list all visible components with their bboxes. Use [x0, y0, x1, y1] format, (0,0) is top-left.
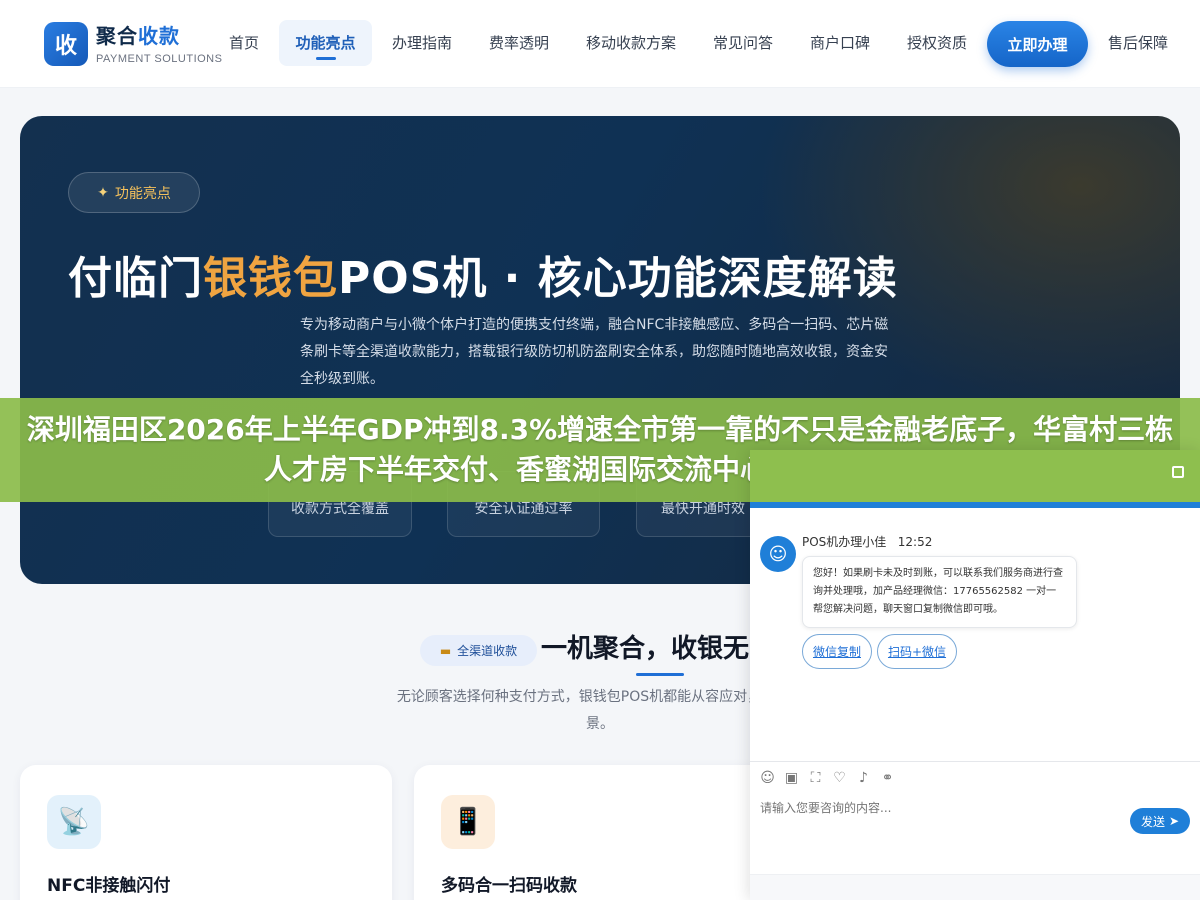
section-tag: ▬ 全渠道收款	[420, 635, 537, 666]
sound-icon[interactable]: ♪	[856, 770, 871, 786]
feature-card-title: NFC非接触闪付	[47, 876, 171, 896]
maximize-icon[interactable]	[1172, 466, 1184, 478]
brand-name: 聚合收款	[96, 20, 222, 49]
nav-features[interactable]: 功能亮点	[279, 20, 372, 66]
hero-badge: ✦ 功能亮点	[68, 172, 200, 213]
logo-icon[interactable]: 收	[44, 22, 88, 66]
chat-divider	[750, 761, 1200, 762]
emoji-icon[interactable]: ☺	[760, 770, 775, 786]
hero-description: 专为移动商户与小微个体户打造的便携支付终端，融合NFC非接触感应、多码合一扫码、…	[300, 317, 889, 387]
scan-wechat-button[interactable]: 扫码+微信	[877, 634, 957, 669]
chat-toolbar: ☺ ▣ ⛶ ♡ ♪ ⚭	[760, 770, 895, 786]
brand[interactable]: 聚合收款 PAYMENT SOLUTIONS	[96, 20, 222, 65]
hero-title: 付临门银钱包POS机 · 核心功能深度解读	[68, 242, 898, 306]
hero-badge-label: 功能亮点	[114, 185, 171, 202]
nav-qualifications[interactable]: 授权资质	[905, 20, 969, 66]
chat-input[interactable]	[760, 801, 1120, 815]
chat-footer	[750, 874, 1200, 900]
site-header: 收 聚合收款 PAYMENT SOLUTIONS 首页 功能亮点 办理指南 费率…	[0, 0, 1200, 88]
nav-guide[interactable]: 办理指南	[390, 20, 454, 66]
nav-faq[interactable]: 常见问答	[711, 20, 775, 66]
phone-icon: 📱	[441, 795, 495, 849]
sparkle-icon: ✦	[97, 184, 109, 201]
feature-card-scan[interactable]: 📱 多码合一扫码收款	[414, 765, 786, 900]
logo-char: 收	[54, 34, 77, 59]
nav-home[interactable]: 首页	[228, 20, 260, 66]
nfc-icon: 📡	[47, 795, 101, 849]
rating-icon[interactable]: ♡	[832, 770, 847, 786]
chat-widget: ☺ POS机办理小佳 12:52 您好！如果刷卡未及时到账，可以联系我们服务商进…	[750, 450, 1200, 900]
copy-wechat-button[interactable]: 微信复制	[802, 634, 872, 669]
feature-card-title: 多码合一扫码收款	[441, 876, 577, 896]
brand-main: 聚合	[96, 24, 138, 48]
brand-subtitle: PAYMENT SOLUTIONS	[96, 53, 223, 65]
feature-card-nfc[interactable]: 📡 NFC非接触闪付	[20, 765, 392, 900]
nav-reviews[interactable]: 商户口碑	[808, 20, 872, 66]
hero-title-accent: 银钱包	[203, 253, 338, 304]
apply-now-button[interactable]: 立即办理	[987, 21, 1088, 67]
card-icon: ▬	[439, 643, 452, 658]
hero-title-prefix: 付临门	[68, 253, 203, 304]
chat-agent-line: POS机办理小佳 12:52	[802, 533, 932, 550]
section-underline	[636, 673, 684, 676]
send-label: 发送	[1140, 814, 1165, 829]
agent-avatar: ☺	[760, 536, 796, 572]
send-button[interactable]: 发送 ➤	[1130, 808, 1190, 834]
chat-agent-name: POS机办理小佳	[802, 535, 887, 549]
transfer-icon[interactable]: ⚭	[880, 770, 895, 786]
chat-message: 您好！如果刷卡未及时到账，可以联系我们服务商进行查询并处理哦，加产品经理微信：1…	[802, 556, 1077, 628]
section-tag-label: 全渠道收款	[457, 644, 518, 658]
hero-title-suffix: POS机 · 核心功能深度解读	[338, 253, 898, 304]
brand-accent: 收款	[138, 24, 180, 48]
section-title: 一机聚合，收银无	[541, 634, 750, 664]
send-arrow-icon: ➤	[1168, 814, 1180, 828]
nav-mobile-solutions[interactable]: 移动收款方案	[584, 20, 678, 66]
chat-header-stripe	[750, 502, 1200, 508]
chat-header	[750, 450, 1200, 508]
nav-after-sales[interactable]: 售后保障	[1106, 20, 1170, 66]
image-icon[interactable]: ▣	[784, 770, 799, 786]
screenshot-icon[interactable]: ⛶	[808, 770, 823, 786]
nav-rates[interactable]: 费率透明	[487, 20, 551, 66]
chat-timestamp: 12:52	[897, 535, 933, 549]
